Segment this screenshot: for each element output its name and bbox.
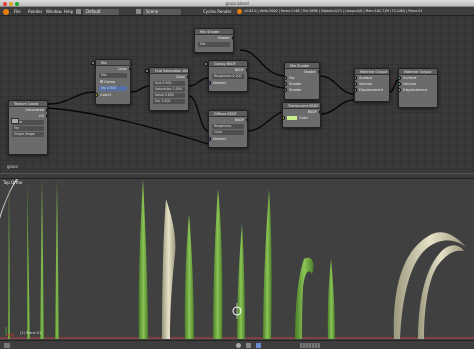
- node-input-normal[interactable]: Normal: [209, 136, 247, 142]
- node-translucent-bsdf[interactable]: Translucent BSDF BSDF Color: [282, 102, 321, 128]
- blender-info-icon: [237, 9, 242, 14]
- node-input-displacement[interactable]: Displacement: [355, 87, 389, 93]
- node-output-secondary[interactable]: Material Output Surface Volume Displacem…: [398, 68, 438, 108]
- node-hue-saturation[interactable]: Hue Saturation Value Color Hue 0.500 Sat…: [145, 67, 189, 111]
- grass-blade: [162, 199, 176, 339]
- node-input-roughness[interactable]: Roughness: [212, 124, 244, 129]
- image-preview-icon: [11, 118, 19, 124]
- grass-blade: [138, 179, 148, 339]
- view-label: Top Ortho: [3, 180, 23, 185]
- node-mix[interactable]: Mix Color Mix Clamp Fac 0.500 Color1: [91, 59, 131, 105]
- node-glossy-bsdf[interactable]: Glossy BSDF BSDF Roughness 0.200 Normal: [204, 60, 248, 92]
- node-input-color[interactable]: Color: [212, 130, 244, 135]
- node-field-fac[interactable]: Fac: [12, 126, 44, 131]
- grass-blade: [27, 179, 30, 339]
- dry-grass-blade: [418, 245, 464, 339]
- render-engine-selector[interactable]: Cycles Render: [203, 9, 232, 14]
- node-field-mix[interactable]: Mix: [198, 42, 230, 47]
- node-material-output[interactable]: Material Output Surface Volume Displacem…: [354, 68, 390, 102]
- grass-blade: [327, 259, 335, 339]
- 3d-viewport[interactable]: Top Ortho (1) Plane.01: [0, 179, 474, 340]
- node-output-shader: Shader: [195, 35, 233, 41]
- view-menu-icon[interactable]: [4, 343, 10, 348]
- node-input-color[interactable]: Color: [283, 115, 320, 121]
- menu-help[interactable]: Help: [64, 9, 73, 14]
- shading-solid-icon[interactable]: [236, 343, 241, 348]
- layers-icon[interactable]: [300, 343, 320, 348]
- node-input-color1[interactable]: Color1: [96, 92, 130, 98]
- node-field-blend-type[interactable]: Mix: [99, 73, 127, 78]
- menu-file[interactable]: File: [14, 9, 21, 14]
- color-swatch[interactable]: [287, 116, 297, 120]
- node-input-shader-2[interactable]: Shader: [285, 87, 319, 93]
- scene-stats: v2.63.0 | Verts:2000 | Faces:1148 | Tris…: [244, 9, 423, 13]
- node-output-color: Color: [96, 66, 130, 72]
- viewport-scene: [0, 179, 474, 339]
- node-field-clamp[interactable]: Clamp: [96, 79, 130, 85]
- grass-blade: [237, 224, 245, 339]
- node-texture-coord[interactable]: Texture Coord Generated UV Color Fac Sin…: [8, 100, 48, 155]
- object-label: (1) Plane.01: [20, 331, 42, 335]
- node-input-hue[interactable]: Hue 0.500: [145, 69, 185, 86]
- material-name-label: grass: [7, 164, 18, 169]
- layout-selector[interactable]: Default: [83, 8, 119, 15]
- viewport-header: [0, 340, 474, 349]
- blender-logo-icon[interactable]: [3, 8, 9, 15]
- manipulator-icon[interactable]: [256, 343, 261, 348]
- node-output-bsdf: BSDF: [209, 67, 247, 73]
- menu-window[interactable]: Window: [46, 9, 62, 14]
- node-input-value[interactable]: Value 0.600: [145, 69, 185, 98]
- window-titlebar: grass.blend: [0, 0, 474, 7]
- node-input-displacement[interactable]: Displacement: [399, 87, 437, 93]
- node-editor[interactable]: Texture Coord Generated UV Color Fac Sin…: [0, 16, 474, 173]
- grass-blade: [8, 179, 10, 339]
- scene-selector[interactable]: Scene: [143, 8, 181, 15]
- node-input-saturation[interactable]: Saturation 1.000: [145, 69, 185, 92]
- node-diffuse-bsdf[interactable]: Diffuse BSDF BSDF Roughness Color Normal: [208, 110, 248, 148]
- node-input-fac[interactable]: Fac 1.000: [145, 69, 185, 104]
- grass-blade: [213, 189, 223, 339]
- grass-blade: [40, 179, 44, 339]
- node-input-roughness[interactable]: Roughness 0.200: [204, 62, 244, 79]
- scene-icon[interactable]: [136, 9, 141, 14]
- node-output-bsdf: BSDF: [209, 117, 247, 123]
- grass-blade: [184, 214, 194, 339]
- node-output-color: Color: [150, 74, 188, 80]
- node-input-fac[interactable]: Fac 0.500: [91, 61, 127, 91]
- grass-blade: [263, 189, 272, 339]
- info-header: File Render Window Help Default Scene Cy…: [0, 7, 474, 16]
- window-title: grass.blend: [225, 1, 249, 6]
- node-input-normal[interactable]: Normal: [209, 80, 247, 86]
- node-field-image[interactable]: Single Image: [12, 132, 44, 137]
- screen-layout-icon[interactable]: [76, 9, 81, 14]
- pivot-icon[interactable]: [246, 343, 251, 348]
- grass-blade: [55, 179, 59, 339]
- grass-blade: [295, 257, 314, 339]
- menu-render[interactable]: Render: [28, 9, 42, 14]
- node-mix-shader[interactable]: Mix Shader Shader Fac Shader Shader: [284, 62, 320, 100]
- node-mix-shader-top[interactable]: Mix Shader Shader Mix: [194, 28, 234, 53]
